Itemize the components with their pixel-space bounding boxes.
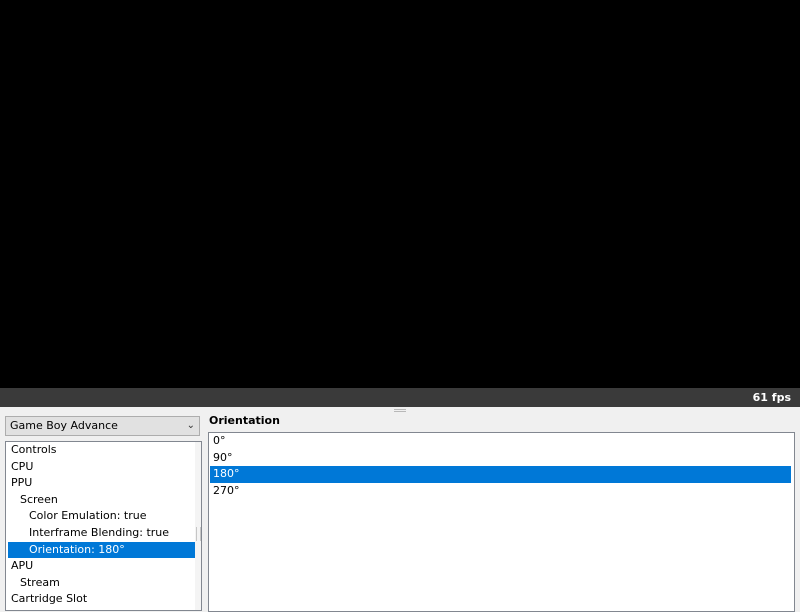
tree-item[interactable]: CPU (8, 459, 198, 476)
tree-item[interactable]: Interframe Blending: true (8, 525, 198, 542)
system-dropdown-value: Game Boy Advance (10, 419, 118, 432)
option-270[interactable]: 270° (210, 483, 791, 500)
fps-counter: 61 fps (752, 391, 791, 404)
tree-item[interactable]: Stream (8, 575, 198, 592)
tree-item[interactable]: Screen (8, 492, 198, 509)
tree-item[interactable]: Controls (8, 442, 198, 459)
splitter-grip-icon[interactable] (394, 409, 406, 412)
panel-splitter[interactable] (0, 407, 800, 413)
status-bar: 61 fps (0, 388, 800, 407)
setting-heading: Orientation (209, 414, 280, 427)
chevron-down-icon[interactable]: ⌄ (187, 417, 195, 435)
tree-item-selected[interactable]: Orientation: 180° (8, 541, 198, 559)
orientation-options-list[interactable]: 0° 90° 180° 270° (208, 432, 795, 612)
option-0[interactable]: 0° (210, 433, 791, 450)
option-90[interactable]: 90° (210, 450, 791, 467)
tree-item[interactable]: Color Emulation: true (8, 508, 198, 525)
option-180-selected[interactable]: 180° (210, 466, 791, 483)
tree-item[interactable]: APU (8, 558, 198, 575)
tree-item[interactable]: PPU (8, 475, 198, 492)
video-output (0, 0, 800, 388)
system-dropdown[interactable]: Game Boy Advance ⌄ (5, 416, 200, 436)
settings-tree[interactable]: Controls CPU PPU Screen Color Emulation:… (5, 441, 202, 611)
tree-scrollbar-thumb[interactable] (196, 527, 201, 541)
tree-scrollbar[interactable] (195, 442, 201, 610)
